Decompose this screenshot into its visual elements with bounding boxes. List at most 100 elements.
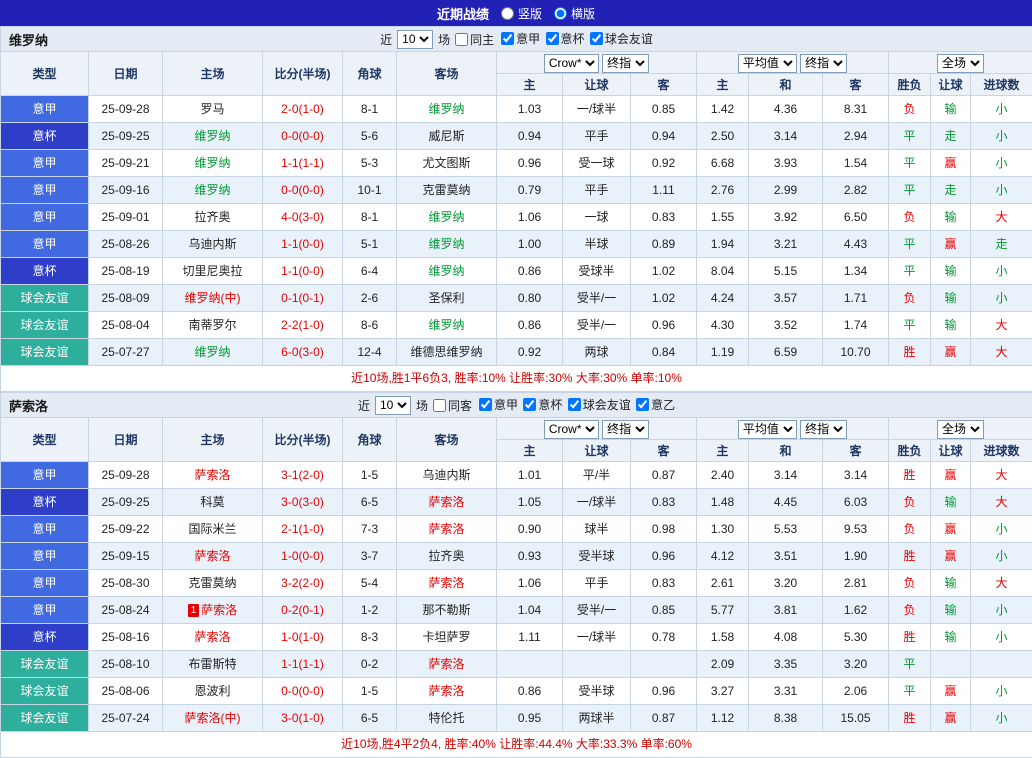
header-home: 主场 xyxy=(163,418,263,462)
league-checkbox[interactable] xyxy=(546,32,559,45)
same-venue-checkbox[interactable] xyxy=(433,399,446,412)
away-team-name: 维德思维罗纳 xyxy=(410,345,482,359)
horizontal-layout-radio[interactable] xyxy=(554,7,567,20)
vertical-layout-radio[interactable] xyxy=(501,7,514,20)
match-count-select[interactable]: 10 xyxy=(375,396,411,415)
score: 1-0(0-0) xyxy=(263,543,343,570)
average-select[interactable]: 平均值 xyxy=(738,420,797,439)
final-index-select-2[interactable]: 终指 xyxy=(800,420,847,439)
same-venue-checkbox[interactable] xyxy=(455,33,468,46)
league-checkbox[interactable] xyxy=(590,32,603,45)
away-team: 乌迪内斯 xyxy=(397,462,497,489)
away-team: 维罗纳 xyxy=(397,96,497,123)
league-type-badge: 意甲 xyxy=(1,204,89,231)
euro-away-odds: 10.70 xyxy=(823,339,889,366)
euro-draw-odds: 3.51 xyxy=(749,543,823,570)
home-team-name: 维罗纳 xyxy=(194,345,230,359)
final-index-select-2[interactable]: 终指 xyxy=(800,54,847,73)
score: 3-2(2-0) xyxy=(263,570,343,597)
corner-score: 8-1 xyxy=(343,204,397,231)
bookmaker-select[interactable]: Crow* xyxy=(544,54,599,73)
match-row: 球会友谊 25-07-27 维罗纳 6-0(3-0) 12-4 维德思维罗纳 0… xyxy=(1,339,1032,366)
final-index-select[interactable]: 终指 xyxy=(602,54,649,73)
home-team-name: 维罗纳 xyxy=(194,129,230,143)
result-wdl: 胜 xyxy=(889,624,931,651)
result-wdl: 平 xyxy=(889,258,931,285)
header-away: 客场 xyxy=(397,52,497,96)
ah-away-odds: 0.85 xyxy=(631,597,697,624)
league-filter[interactable]: 意甲 xyxy=(479,396,518,413)
layout-option-horizontal[interactable]: 横版 xyxy=(554,5,595,22)
result-handicap: 走 xyxy=(931,177,971,204)
league-checkbox[interactable] xyxy=(568,398,581,411)
scope-select[interactable]: 全场 xyxy=(937,420,984,439)
away-team: 尤文图斯 xyxy=(397,150,497,177)
ah-line: 受半球 xyxy=(563,678,631,705)
league-filter-group: 意甲 意杯 球会 xyxy=(499,30,653,48)
euro-home-odds: 3.27 xyxy=(697,678,749,705)
home-team: 南蒂罗尔 xyxy=(163,312,263,339)
ah-home-odds: 0.86 xyxy=(497,258,563,285)
ah-line: 受半/一 xyxy=(563,312,631,339)
same-venue-filter[interactable]: 同客 xyxy=(433,397,472,414)
euro-draw-odds: 3.81 xyxy=(749,597,823,624)
header-away: 客场 xyxy=(397,418,497,462)
league-filter[interactable]: 球会友谊 xyxy=(568,396,631,413)
header-score: 比分(半场) xyxy=(263,52,343,96)
league-filter[interactable]: 意乙 xyxy=(636,396,675,413)
ah-line: 受一球 xyxy=(563,150,631,177)
league-type-badge: 球会友谊 xyxy=(1,651,89,678)
scope-select[interactable]: 全场 xyxy=(937,54,984,73)
euro-home-odds: 6.68 xyxy=(697,150,749,177)
ah-home-odds: 1.01 xyxy=(497,462,563,489)
euro-home-odds: 1.58 xyxy=(697,624,749,651)
match-row: 意甲 25-09-28 萨索洛 3-1(2-0) 1-5 乌迪内斯 1.01 平… xyxy=(1,462,1032,489)
match-row: 球会友谊 25-08-10 布雷斯特 1-1(1-1) 0-2 萨索洛 2.09… xyxy=(1,651,1032,678)
euro-away-odds: 6.50 xyxy=(823,204,889,231)
result-handicap: 赢 xyxy=(931,150,971,177)
league-filter[interactable]: 意杯 xyxy=(523,396,562,413)
ah-line: 受半/一 xyxy=(563,285,631,312)
result-wdl: 负 xyxy=(889,597,931,624)
league-filter[interactable]: 意杯 xyxy=(546,30,585,47)
match-date: 25-08-06 xyxy=(89,678,163,705)
header-eu-home: 主 xyxy=(697,440,749,462)
euro-away-odds: 2.94 xyxy=(823,123,889,150)
average-select[interactable]: 平均值 xyxy=(738,54,797,73)
final-index-select[interactable]: 终指 xyxy=(602,420,649,439)
corner-score: 1-5 xyxy=(343,678,397,705)
red-card-badge: 1 xyxy=(188,604,200,617)
league-checkbox[interactable] xyxy=(523,398,536,411)
result-handicap: 赢 xyxy=(931,462,971,489)
league-checkbox[interactable] xyxy=(636,398,649,411)
layout-option-vertical[interactable]: 竖版 xyxy=(501,5,542,22)
away-team: 圣保利 xyxy=(397,285,497,312)
ah-line: 平手 xyxy=(563,123,631,150)
summary-row: 近10场,胜4平2负4, 胜率:40% 让胜率:44.4% 大率:33.3% 单… xyxy=(1,732,1032,758)
result-handicap: 输 xyxy=(931,597,971,624)
match-row: 意杯 25-09-25 维罗纳 0-0(0-0) 5-6 威尼斯 0.94 平手… xyxy=(1,123,1032,150)
match-date: 25-09-28 xyxy=(89,462,163,489)
league-type-badge: 球会友谊 xyxy=(1,705,89,732)
score: 1-1(0-0) xyxy=(263,258,343,285)
filters: 近 10 场 同主 xyxy=(380,30,653,49)
league-filter[interactable]: 球会友谊 xyxy=(590,30,653,47)
same-venue-filter[interactable]: 同主 xyxy=(455,31,494,48)
league-filter[interactable]: 意甲 xyxy=(501,30,540,47)
home-team: 维罗纳 xyxy=(163,177,263,204)
league-checkbox[interactable] xyxy=(501,32,514,45)
ah-home-odds: 0.93 xyxy=(497,543,563,570)
away-team: 威尼斯 xyxy=(397,123,497,150)
bookmaker-select[interactable]: Crow* xyxy=(544,420,599,439)
ah-home-odds: 1.06 xyxy=(497,570,563,597)
match-date: 25-09-25 xyxy=(89,123,163,150)
result-goals: 小 xyxy=(971,96,1032,123)
away-team: 维罗纳 xyxy=(397,231,497,258)
league-checkbox[interactable] xyxy=(479,398,492,411)
match-row: 球会友谊 25-08-04 南蒂罗尔 2-2(1-0) 8-6 维罗纳 0.86… xyxy=(1,312,1032,339)
result-wdl: 负 xyxy=(889,285,931,312)
result-handicap: 赢 xyxy=(931,231,971,258)
home-team-name: 罗马 xyxy=(200,102,224,116)
ah-away-odds: 1.11 xyxy=(631,177,697,204)
match-count-select[interactable]: 10 xyxy=(397,30,433,49)
